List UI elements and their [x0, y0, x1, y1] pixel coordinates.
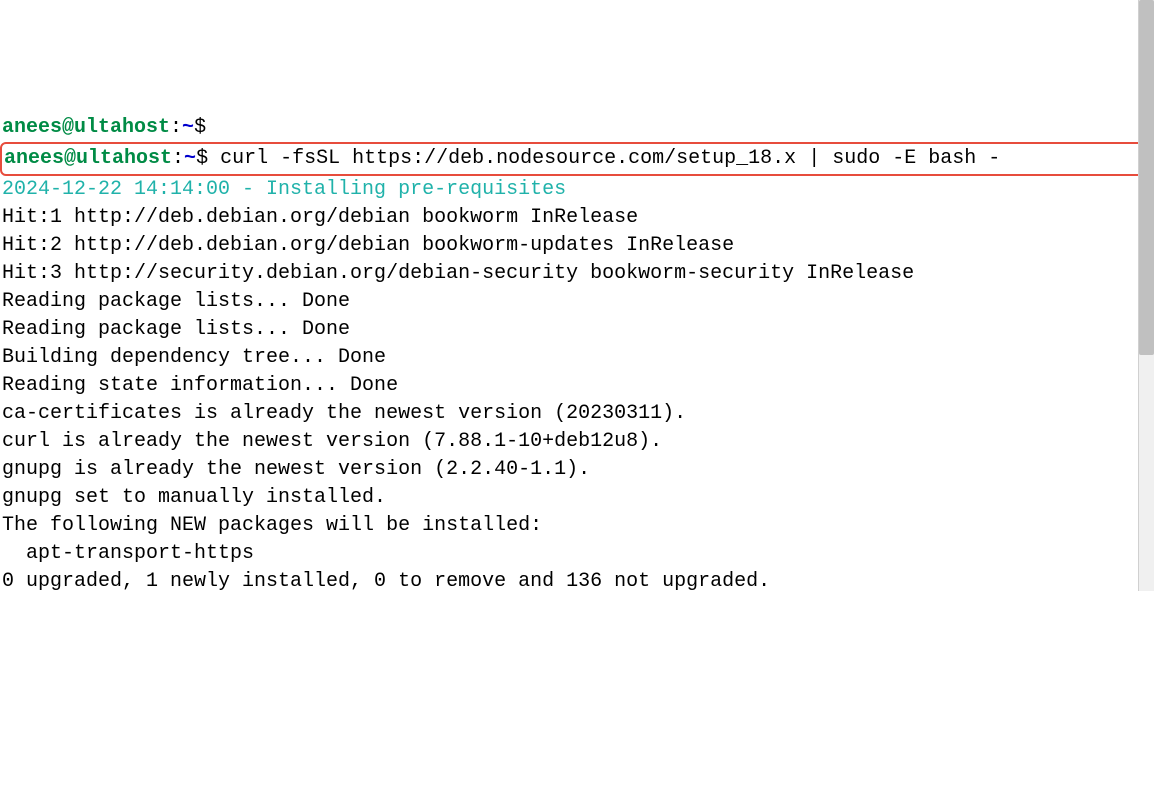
output-line: 0 upgraded, 1 newly installed, 0 to remo… — [2, 570, 770, 593]
prompt-path: ~ — [182, 116, 194, 139]
output-line: ca-certificates is already the newest ve… — [2, 402, 686, 425]
output-line: Hit:2 http://deb.debian.org/debian bookw… — [2, 234, 734, 257]
output-line: Hit:3 http://security.debian.org/debian-… — [2, 262, 914, 285]
output-line: gnupg set to manually installed. — [2, 486, 386, 509]
output-line: gnupg is already the newest version (2.2… — [2, 458, 590, 481]
command-text[interactable]: curl -fsSL https://deb.nodesource.com/se… — [220, 147, 1000, 170]
output-line: curl is already the newest version (7.88… — [2, 430, 662, 453]
prompt-user-2: anees@ultahost — [4, 147, 172, 170]
prompt-path-2: ~ — [184, 147, 196, 170]
prompt-symbol-2: $ — [196, 147, 208, 170]
output-line: Hit:1 http://deb.debian.org/debian bookw… — [2, 206, 638, 229]
output-line: Building dependency tree... Done — [2, 346, 386, 369]
output-line: Reading package lists... Done — [2, 318, 350, 341]
prompt-line-1: anees@ultahost:~$ — [2, 116, 206, 139]
prompt-colon: : — [170, 116, 182, 139]
output-line: apt-transport-https — [2, 542, 254, 565]
prompt-user: anees@ultahost — [2, 116, 170, 139]
status-timestamp-line: 2024-12-22 14:14:00 - Installing pre-req… — [2, 178, 566, 201]
prompt-symbol: $ — [194, 116, 206, 139]
output-line: Reading state information... Done — [2, 374, 398, 397]
output-line: The following NEW packages will be insta… — [2, 514, 542, 537]
highlighted-command-box: anees@ultahost:~$ curl -fsSL https://deb… — [0, 142, 1154, 176]
terminal-output: anees@ultahost:~$ anees@ultahost:~$ curl… — [2, 114, 1152, 596]
scrollbar-thumb[interactable] — [1139, 0, 1154, 355]
scrollbar[interactable] — [1138, 0, 1154, 591]
output-line: Reading package lists... Done — [2, 290, 350, 313]
